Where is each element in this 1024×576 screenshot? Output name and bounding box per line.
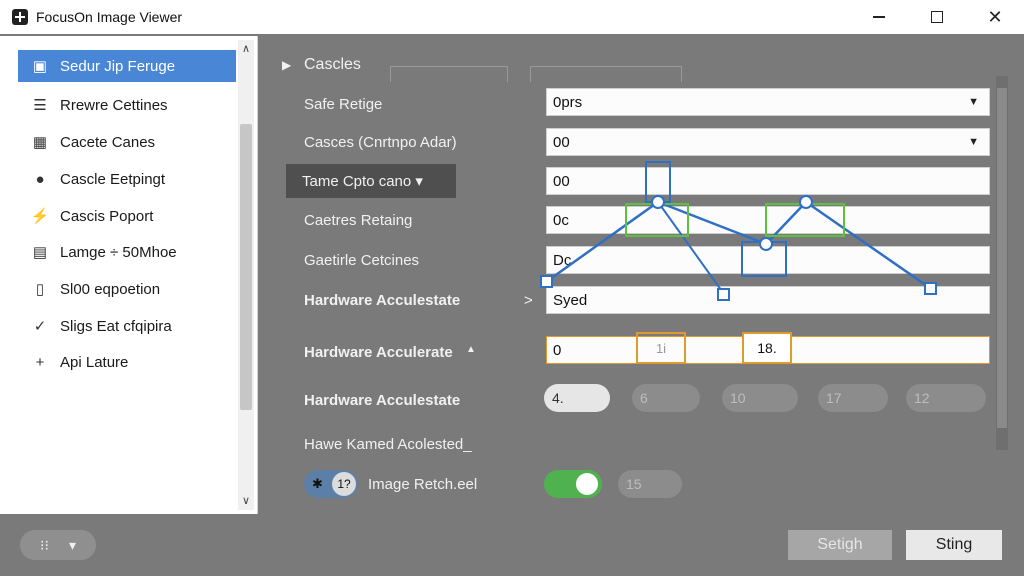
primary-button[interactable]: Sting [906,530,1002,560]
overlay-handle[interactable] [651,195,665,209]
grid-icon: ⁝⁝ [40,536,49,553]
bottom-bar: ⁝⁝ ▾ Setigh Sting [0,514,1024,576]
overlay-handle[interactable] [540,275,553,288]
overlay-handle[interactable] [924,282,937,295]
overlay-handle[interactable] [799,195,813,209]
overlay-handle[interactable] [717,288,730,301]
overlay-handle[interactable] [759,237,773,251]
view-mode-button[interactable]: ⁝⁝ ▾ [20,530,96,560]
overlay-curve [545,200,931,290]
selection-overlay [540,161,937,301]
secondary-button[interactable]: Setigh [788,530,892,560]
chevron-down-icon: ▾ [68,536,76,553]
